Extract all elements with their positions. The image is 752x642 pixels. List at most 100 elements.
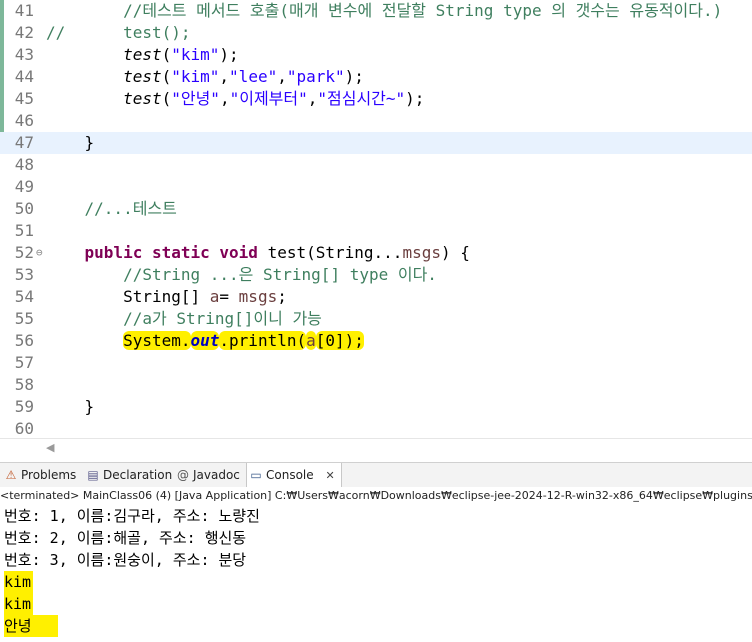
console-line: 번호: 1, 이름:김구라, 주소: 노량진 — [4, 507, 260, 525]
code-line[interactable]: 46 — [0, 110, 752, 132]
code-token: ); — [219, 45, 239, 64]
line-number: 46 — [14, 111, 34, 130]
code-token: msgs — [238, 287, 278, 306]
tab-problems-label: Problems — [21, 468, 77, 482]
code-token: // test(); — [46, 23, 191, 42]
code-line[interactable]: 57 — [0, 352, 752, 374]
line-number: 49 — [14, 177, 34, 196]
code-line[interactable]: 44 test("kim","lee","park"); — [0, 66, 752, 88]
code-line[interactable]: 58 — [0, 374, 752, 396]
code-line[interactable]: 60 — [0, 418, 752, 438]
code-line[interactable]: 51 — [0, 220, 752, 242]
code-editor[interactable]: 41 //테스트 메서드 호출(매개 변수에 전달할 String type 의… — [0, 0, 752, 438]
line-number: 54 — [14, 287, 34, 306]
code-token: [0]); — [315, 331, 364, 350]
code-line[interactable]: 42 // test(); — [0, 22, 752, 44]
code-token: test — [123, 45, 162, 64]
line-number: 50 — [14, 199, 34, 218]
tab-javadoc[interactable]: @ Javadoc — [176, 463, 240, 487]
code-text: // test(); — [46, 22, 191, 44]
line-number: 41 — [14, 1, 34, 20]
tab-declaration-label: Declaration — [103, 468, 173, 482]
tab-console[interactable]: ▭ Console ✕ — [246, 463, 342, 487]
javadoc-icon: @ — [177, 468, 189, 482]
code-text: //테스트 메서드 호출(매개 변수에 전달할 String type 의 갯수… — [46, 0, 722, 22]
code-token: "점심시간~" — [317, 89, 406, 108]
code-token: "kim" — [171, 67, 220, 86]
line-number: 52 — [14, 243, 34, 262]
code-line[interactable]: 56 System.out.println(a[0]); — [0, 330, 752, 352]
line-number: 42 — [14, 23, 34, 42]
console-line: 번호: 2, 이름:해골, 주소: 행신동 — [4, 529, 247, 547]
horizontal-scrollbar[interactable]: ◀ — [0, 438, 752, 459]
code-token: test — [123, 89, 162, 108]
code-token: a — [306, 331, 316, 350]
code-line[interactable]: 50 //...테스트 — [0, 198, 752, 220]
line-number: 45 — [14, 89, 34, 108]
code-line[interactable]: 52 ⊖ public static void test(String...msg… — [0, 242, 752, 264]
code-line[interactable]: 54 String[] a= msgs; — [0, 286, 752, 308]
console-line: kim — [4, 571, 34, 593]
problems-icon: ⚠ — [5, 468, 17, 482]
code-token: ) { — [440, 243, 470, 262]
code-token: } — [46, 397, 95, 416]
code-line[interactable]: 47 } — [0, 132, 752, 154]
bottom-panel-tabs: ⚠ Problems ▤ Declaration @ Javadoc ▭ Console… — [0, 462, 752, 488]
line-number: 47 — [14, 133, 34, 152]
code-token: ( — [161, 67, 172, 86]
code-token: ); — [405, 89, 425, 108]
code-text: //String ...은 String[] type 이다. — [46, 264, 437, 286]
tab-problems[interactable]: ⚠ Problems — [4, 463, 77, 487]
code-token: //...테스트 — [84, 199, 177, 218]
tab-javadoc-label: Javadoc — [193, 468, 240, 482]
console-line: 안녕 — [4, 615, 58, 637]
code-line[interactable]: 43 test("kim"); — [0, 44, 752, 66]
scroll-left-icon[interactable]: ◀ — [46, 441, 54, 454]
code-line[interactable]: 53 //String ...은 String[] type 이다. — [0, 264, 752, 286]
code-token: "lee" — [229, 67, 278, 86]
code-text: //...테스트 — [46, 198, 177, 220]
tab-declaration[interactable]: ▤ Declaration — [86, 463, 172, 487]
close-icon[interactable]: ✕ — [325, 469, 334, 482]
code-token: , — [307, 89, 318, 108]
line-number: 59 — [14, 397, 34, 416]
code-line[interactable]: 45 test("안녕","이제부터","점심시간~"); — [0, 88, 752, 110]
code-line[interactable]: 55 //a가 String[]이니 가능 — [0, 308, 752, 330]
code-token: ; — [277, 287, 287, 306]
code-text: test("kim","lee","park"); — [46, 66, 364, 88]
code-line[interactable]: 48 — [0, 154, 752, 176]
code-text: String[] a= msgs; — [46, 286, 287, 308]
line-number: 43 — [14, 45, 34, 64]
code-line[interactable]: 41 //테스트 메서드 호출(매개 변수에 전달할 String type 의… — [0, 0, 752, 22]
code-token: public — [84, 243, 143, 262]
line-number: 60 — [14, 419, 34, 438]
code-token: "이제부터" — [229, 89, 308, 108]
code-token: "kim" — [171, 45, 220, 64]
code-line[interactable]: 59 } — [0, 396, 752, 418]
code-token: , — [277, 67, 287, 86]
console-process-status: <terminated> MainClass06 (4) [Java Appli… — [0, 487, 752, 505]
code-text: public static void test(String...msgs) { — [46, 242, 470, 264]
code-token: //String ...은 String[] type 이다. — [123, 265, 437, 284]
line-number: 55 — [14, 309, 34, 328]
code-token: msgs — [402, 243, 441, 262]
code-text: } — [46, 396, 95, 418]
code-token: "안녕" — [171, 89, 220, 108]
code-token: .println( — [219, 331, 307, 350]
code-token: out — [190, 331, 220, 350]
line-number: 57 — [14, 353, 34, 372]
code-token: , — [219, 67, 230, 86]
code-token: test(String... — [257, 243, 403, 262]
code-text: } — [46, 132, 95, 154]
code-line[interactable]: 49 — [0, 176, 752, 198]
console-output[interactable]: 번호: 1, 이름:김구라, 주소: 노량진번호: 2, 이름:해골, 주소: … — [0, 505, 752, 642]
fold-collapse-icon[interactable]: ⊖ — [36, 242, 46, 264]
line-number: 53 — [14, 265, 34, 284]
